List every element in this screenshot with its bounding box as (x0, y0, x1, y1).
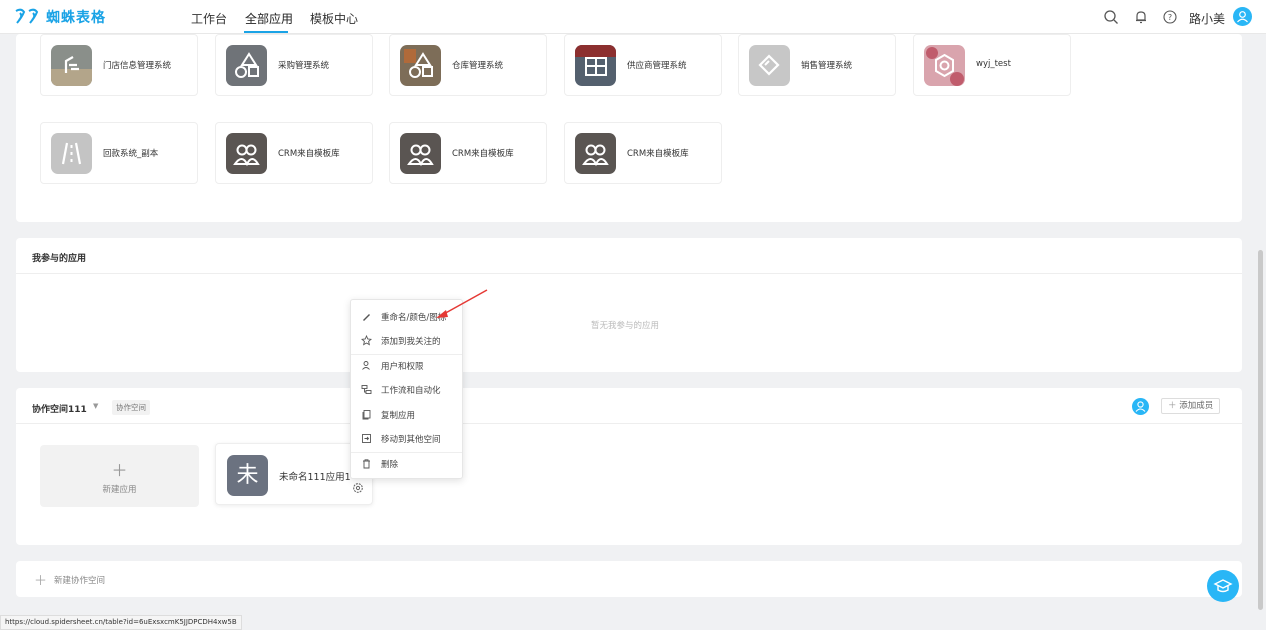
star-icon (361, 335, 372, 346)
app-name: CRM来自模板库 (452, 149, 514, 159)
menu-item-label: 工作流和自动化 (381, 386, 441, 396)
bell-icon[interactable] (1133, 9, 1149, 25)
add-member-button[interactable]: ＋ 添加成员 (1161, 398, 1221, 414)
empty-state-text: 暂无我参与的应用 (591, 321, 660, 331)
shapes-photo-icon (226, 45, 267, 86)
workflow-icon (361, 385, 372, 394)
user-permission-icon (362, 361, 370, 370)
user-avatar-icon[interactable] (1233, 7, 1252, 26)
hexagon-photo-icon (924, 45, 965, 86)
app-name: 供应商管理系统 (627, 61, 687, 71)
app-card[interactable]: 仓库管理系统 (389, 34, 547, 96)
app-card[interactable]: 销售管理系统 (738, 34, 896, 96)
trash-icon (363, 459, 370, 469)
workspace-tag: 协作空间 (112, 400, 150, 415)
app-name: 采购管理系统 (278, 61, 330, 71)
menu-item-permissions[interactable]: 用户和权限 (351, 355, 462, 377)
divider (16, 423, 1242, 424)
menu-item-label: 移动到其他空间 (381, 435, 441, 445)
user-name[interactable]: 路小美 (1189, 10, 1225, 27)
search-icon[interactable] (1103, 9, 1119, 25)
menu-item-move[interactable]: 移动到其他空间 (351, 428, 462, 450)
menu-item-label: 删除 (381, 460, 399, 470)
divider (16, 273, 1242, 274)
participated-apps-panel (16, 238, 1242, 372)
people-photo-icon (575, 133, 616, 174)
app-name: CRM来自模板库 (278, 149, 340, 159)
app-card[interactable]: CRM来自模板库 (389, 122, 547, 184)
plus-icon: ＋ (1168, 401, 1177, 411)
menu-item-delete[interactable]: 删除 (351, 453, 462, 475)
menu-item-label: 添加到我关注的 (381, 337, 441, 347)
pencil-icon (363, 314, 370, 321)
participated-title: 我参与的应用 (32, 254, 87, 264)
app-name: CRM来自模板库 (627, 149, 689, 159)
app-card[interactable]: 门店信息管理系统 (40, 34, 198, 96)
app-card[interactable]: 供应商管理系统 (564, 34, 722, 96)
nav-all-apps[interactable]: 全部应用 (245, 10, 293, 27)
menu-item-label: 用户和权限 (381, 362, 424, 372)
status-url: https://cloud.spidersheet.cn/table?id=6u… (0, 615, 242, 630)
move-icon (362, 434, 371, 443)
app-name: 仓库管理系统 (452, 61, 504, 71)
app-card[interactable]: 采购管理系统 (215, 34, 373, 96)
spider-logo-icon (15, 8, 39, 24)
app-card[interactable]: 回款系统_副本 (40, 122, 198, 184)
grid-photo-icon (575, 45, 616, 86)
gear-icon[interactable] (352, 482, 364, 494)
app-name: wyj_test (976, 59, 1011, 69)
new-app-label: 新建应用 (102, 485, 137, 495)
plus-icon: ＋ (34, 574, 48, 589)
store-photo-icon (51, 45, 92, 86)
menu-item-favorite[interactable]: 添加到我关注的 (351, 330, 462, 352)
menu-item-copy[interactable]: 复制应用 (351, 404, 462, 426)
handshake-icon (749, 45, 790, 86)
new-app-button[interactable]: ＋ 新建应用 (40, 445, 199, 507)
graduation-cap-icon[interactable] (1207, 570, 1239, 602)
workspace-panel (16, 388, 1242, 545)
nav-template-center[interactable]: 模板中心 (310, 10, 358, 27)
people-photo-icon (400, 133, 441, 174)
plus-icon: ＋ (111, 461, 128, 480)
app-name: 未命名111应用1 (279, 472, 351, 483)
brand-name: 蜘蛛表格 (46, 10, 106, 26)
app-initial-icon: 未 (227, 455, 268, 496)
app-name: 门店信息管理系统 (103, 61, 172, 71)
app-card[interactable]: CRM来自模板库 (564, 122, 722, 184)
app-name: 销售管理系统 (801, 61, 853, 71)
scrollbar[interactable] (1258, 250, 1263, 610)
nav-workbench[interactable]: 工作台 (191, 10, 227, 27)
workspace-name[interactable]: 协作空间111 (32, 402, 87, 415)
brand-logo[interactable]: 蜘蛛表格 (14, 7, 106, 27)
app-card[interactable]: wyj_test (913, 34, 1071, 96)
shapes-photo-icon (400, 45, 441, 86)
new-workspace-label: 新建协作空间 (54, 576, 106, 586)
help-icon[interactable]: ? (1162, 9, 1178, 25)
member-avatar-icon[interactable] (1132, 398, 1149, 415)
chevron-down-icon[interactable]: ▼ (93, 402, 98, 410)
annotation-arrow-icon (436, 289, 488, 318)
add-member-label: 添加成员 (1179, 401, 1214, 411)
new-workspace-button[interactable]: ＋ 新建协作空间 (16, 561, 1242, 597)
copy-icon (362, 410, 371, 420)
people-photo-icon (226, 133, 267, 174)
nav-active-indicator (244, 31, 288, 33)
menu-item-workflow[interactable]: 工作流和自动化 (351, 379, 462, 401)
app-card[interactable]: CRM来自模板库 (215, 122, 373, 184)
menu-item-label: 复制应用 (381, 411, 416, 421)
road-icon (51, 133, 92, 174)
svg-text:?: ? (1168, 13, 1172, 22)
app-name: 回款系统_副本 (103, 149, 159, 159)
top-bar: 蜘蛛表格 工作台 全部应用 模板中心 ? 路小美 (0, 0, 1266, 34)
